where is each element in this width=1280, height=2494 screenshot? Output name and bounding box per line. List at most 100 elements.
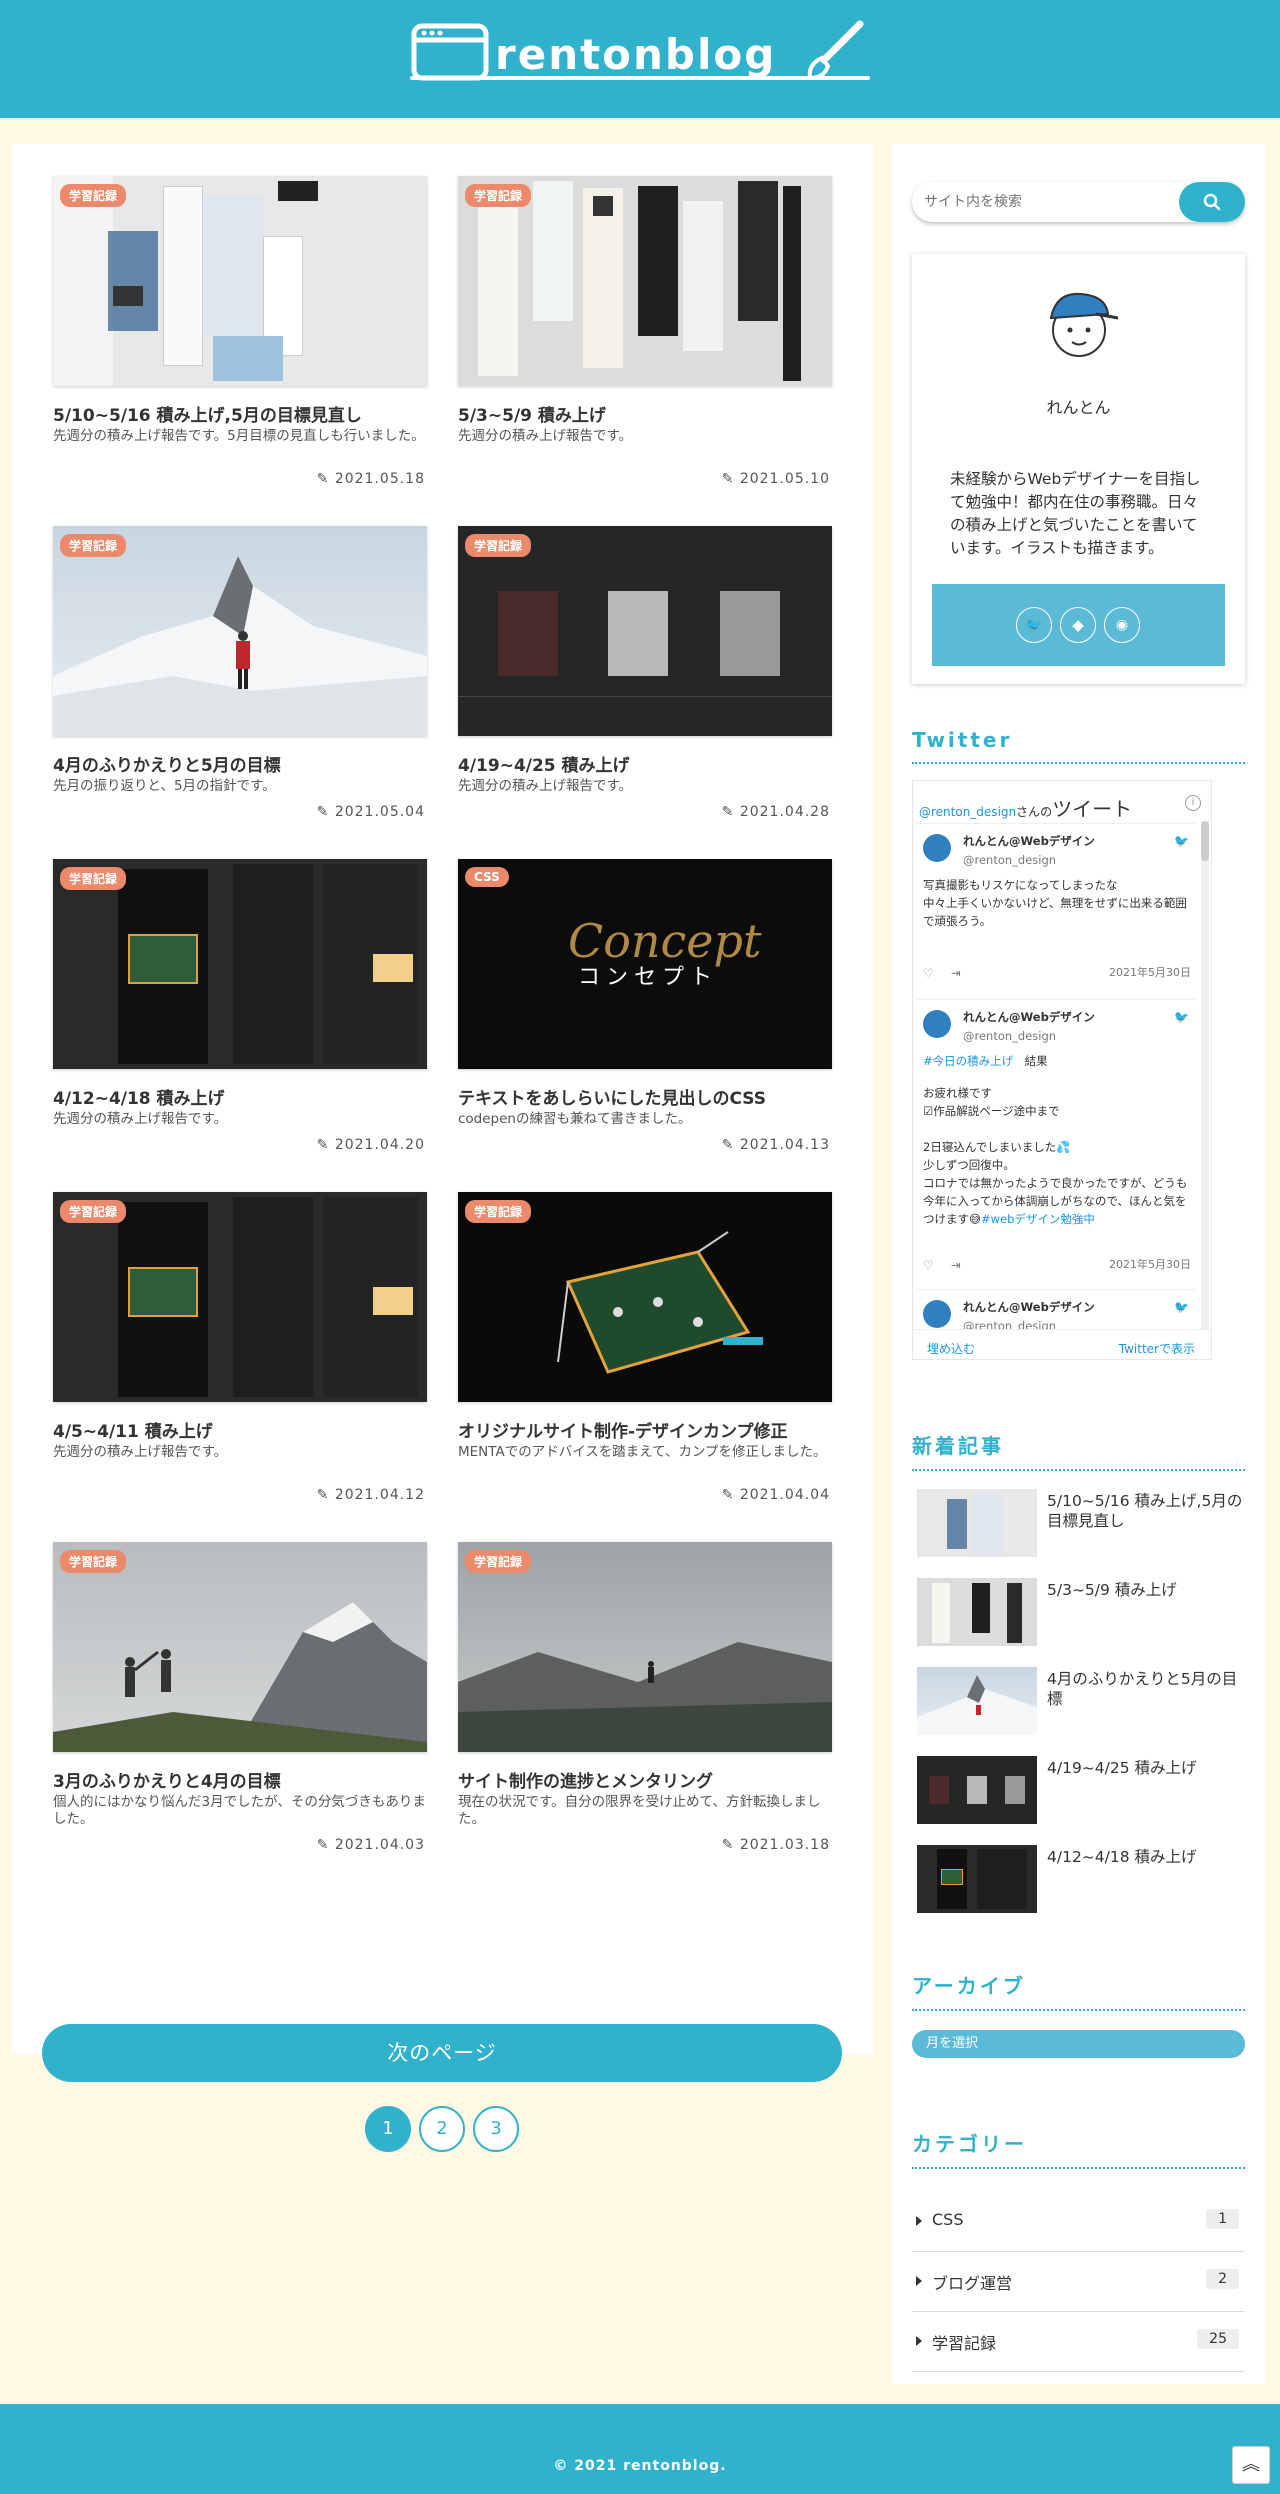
category-badge[interactable]: 学習記録 xyxy=(60,1200,127,1223)
recent-post-item[interactable]: 4/19~4/25 積み上げ xyxy=(917,1756,1247,1826)
site-logo[interactable]: rentonblog xyxy=(410,20,870,82)
post-card[interactable]: 学習記録 オリジナルサイト制作-デザインカンプ修正 MENTAでのアドバイスを踏… xyxy=(458,1192,832,1503)
recent-post-title[interactable]: 4月のふりかえりと5月の目標 xyxy=(1047,1669,1247,1709)
recent-post-item[interactable]: 5/10~5/16 積み上げ,5月の目標見直し xyxy=(917,1489,1247,1559)
tweet-date[interactable]: 2021年5月30日 xyxy=(1109,964,1191,982)
tweet[interactable]: れんとん@Webデザイン @renton_design 🐦 #今日の積み上げ 結… xyxy=(917,999,1195,1289)
view-on-twitter-link[interactable]: Twitterで表示 xyxy=(1119,1340,1195,1357)
twitter-icon[interactable]: 🐦 xyxy=(1016,607,1052,643)
info-icon[interactable]: i xyxy=(1185,795,1201,811)
post-card[interactable]: Concept コンセプト CSS テキストをあしらいにした見出しのCSS co… xyxy=(458,859,832,1159)
post-title[interactable]: 5/3~5/9 積み上げ xyxy=(458,401,606,426)
twitter-widget-title: Twitter xyxy=(912,728,1245,764)
category-item-blog[interactable]: ブログ運営 2 xyxy=(912,2252,1245,2312)
post-title[interactable]: テキストをあしらいにした見出しのCSS xyxy=(458,1084,766,1109)
recent-post-title[interactable]: 4/12~4/18 積み上げ xyxy=(1047,1847,1247,1867)
post-card[interactable]: 学習記録 4/19~4/25 積み上げ 先週分の積み上げ報告です。 ✎ 2021… xyxy=(458,526,832,826)
post-title[interactable]: 4/12~4/18 積み上げ xyxy=(53,1084,225,1109)
category-item-css[interactable]: CSS 1 xyxy=(912,2192,1245,2252)
post-card[interactable]: 学習記録 4/12~4/18 積み上げ 先週分の積み上げ報告です。 ✎ 2021… xyxy=(53,859,427,1159)
tweet-author[interactable]: れんとん@Webデザイン xyxy=(963,1298,1095,1316)
tweet-hashtag[interactable]: #今日の積み上げ xyxy=(923,1054,1013,1068)
post-card[interactable]: 学習記録 3月のふりかえりと4月の目標 個人的にはかなり悩んだ3月でしたが、その… xyxy=(53,1542,427,1853)
archive-select[interactable]: 月を選択 xyxy=(912,2030,1245,2058)
post-thumbnail[interactable] xyxy=(53,859,427,1069)
recent-post-item[interactable]: 4月のふりかえりと5月の目標 xyxy=(917,1667,1247,1737)
category-badge[interactable]: 学習記録 xyxy=(60,867,127,890)
post-title[interactable]: オリジナルサイト制作-デザインカンプ修正 xyxy=(458,1417,788,1442)
archive-select-label: 月を選択 xyxy=(926,2036,979,2051)
post-thumbnail[interactable] xyxy=(53,1192,427,1402)
back-to-top-button[interactable]: ︽ xyxy=(1232,2446,1270,2484)
post-card[interactable]: 学習記録 4/5~4/11 積み上げ 先週分の積み上げ報告です。 ✎ 2021.… xyxy=(53,1192,427,1503)
timeline-scrollbar[interactable] xyxy=(1201,821,1209,1341)
next-page-button[interactable]: 次のページ xyxy=(42,2024,842,2082)
search-input[interactable] xyxy=(912,182,1182,222)
recent-post-thumbnail[interactable] xyxy=(917,1578,1037,1646)
post-thumbnail[interactable] xyxy=(458,526,832,736)
category-badge[interactable]: 学習記録 xyxy=(60,184,127,207)
tweet[interactable]: れんとん@Webデザイン @renton_design 🐦 写真撮影もリスケにな… xyxy=(917,823,1195,999)
post-date: 2021.04.13 xyxy=(739,1137,830,1153)
pencil-icon: ✎ xyxy=(721,471,740,487)
category-label[interactable]: ブログ運営 xyxy=(932,2270,1012,2294)
recent-post-thumbnail[interactable] xyxy=(917,1845,1037,1913)
category-badge[interactable]: 学習記録 xyxy=(60,1550,127,1573)
post-card[interactable]: 学習記録 4月のふりかえりと5月の目標 先月の振り返りと、5月の指針です。 ✎ … xyxy=(53,526,427,826)
category-badge[interactable]: 学習記録 xyxy=(465,1200,532,1223)
post-thumbnail[interactable]: Concept コンセプト xyxy=(458,859,832,1069)
post-title[interactable]: 4/5~4/11 積み上げ xyxy=(53,1417,213,1442)
post-excerpt: 個人的にはかなり悩んだ3月でしたが、その分気づきもありました。 xyxy=(53,1794,426,1827)
post-card[interactable]: 学習記録 サイト制作の進捗とメンタリング 現在の状況です。自分の限界を受け止めて… xyxy=(458,1542,832,1853)
tweet-author[interactable]: れんとん@Webデザイン xyxy=(963,1008,1095,1026)
post-card[interactable]: 学習記録 5/3~5/9 積み上げ 先週分の積み上げ報告です。 ✎ 2021.0… xyxy=(458,176,832,487)
tweet-handle: @renton_design xyxy=(963,853,1057,867)
post-title[interactable]: 4月のふりかえりと5月の目標 xyxy=(53,751,281,776)
timeline-handle-link[interactable]: @renton_design xyxy=(919,805,1016,819)
post-thumbnail[interactable] xyxy=(53,1542,427,1752)
category-badge[interactable]: CSS xyxy=(465,867,509,887)
recent-post-title[interactable]: 5/10~5/16 積み上げ,5月の目標見直し xyxy=(1047,1491,1247,1531)
post-thumbnail[interactable] xyxy=(53,526,427,736)
embed-link[interactable]: 埋め込む xyxy=(927,1340,975,1357)
category-label[interactable]: CSS xyxy=(932,2210,963,2229)
post-thumbnail[interactable] xyxy=(458,1192,832,1402)
rss-icon[interactable]: ◉ xyxy=(1104,607,1140,643)
post-title[interactable]: サイト制作の進捗とメンタリング xyxy=(458,1767,713,1792)
recent-post-title[interactable]: 5/3~5/9 積み上げ xyxy=(1047,1580,1247,1600)
category-label[interactable]: 学習記録 xyxy=(932,2330,996,2354)
feedly-icon[interactable]: ◆ xyxy=(1060,607,1096,643)
post-title[interactable]: 4/19~4/25 積み上げ xyxy=(458,751,630,776)
post-date-row: ✎ 2021.04.20 xyxy=(317,1137,425,1153)
category-badge[interactable]: 学習記録 xyxy=(465,1550,532,1573)
like-icon[interactable]: ♡ xyxy=(923,1256,933,1274)
recent-post-thumbnail[interactable] xyxy=(917,1667,1037,1735)
post-card[interactable]: 学習記録 5/10~5/16 積み上げ,5月の目標見直し 先週分の積み上げ報告で… xyxy=(53,176,427,487)
like-icon[interactable]: ♡ xyxy=(923,964,933,982)
recent-post-title[interactable]: 4/19~4/25 積み上げ xyxy=(1047,1758,1247,1778)
post-thumbnail[interactable] xyxy=(458,1542,832,1752)
category-badge[interactable]: 学習記録 xyxy=(465,534,532,557)
page-link-2[interactable]: 2 xyxy=(419,2106,465,2152)
tweet-author[interactable]: れんとん@Webデザイン xyxy=(963,832,1095,850)
post-thumbnail[interactable] xyxy=(458,176,832,386)
search-button[interactable] xyxy=(1179,182,1245,222)
recent-post-item[interactable]: 4/12~4/18 積み上げ xyxy=(917,1845,1247,1915)
avatar xyxy=(1049,292,1119,357)
recent-post-thumbnail[interactable] xyxy=(917,1756,1037,1824)
post-title[interactable]: 3月のふりかえりと4月の目標 xyxy=(53,1767,281,1792)
tweet-hashtag[interactable]: #webデザイン勉強中 xyxy=(981,1212,1095,1226)
post-thumbnail[interactable] xyxy=(53,176,427,386)
recent-post-thumbnail[interactable] xyxy=(917,1489,1037,1557)
page-link-3[interactable]: 3 xyxy=(473,2106,519,2152)
share-icon[interactable]: ⇥ xyxy=(951,1256,961,1274)
post-date-row: ✎ 2021.04.12 xyxy=(317,1487,425,1503)
category-item-study[interactable]: 学習記録 25 xyxy=(912,2312,1245,2372)
category-badge[interactable]: 学習記録 xyxy=(465,184,532,207)
recent-post-item[interactable]: 5/3~5/9 積み上げ xyxy=(917,1578,1247,1648)
tweet-date[interactable]: 2021年5月30日 xyxy=(1109,1256,1191,1274)
page-link-1[interactable]: 1 xyxy=(365,2106,411,2152)
share-icon[interactable]: ⇥ xyxy=(951,964,961,982)
post-title[interactable]: 5/10~5/16 積み上げ,5月の目標見直し xyxy=(53,401,362,426)
category-badge[interactable]: 学習記録 xyxy=(60,534,127,557)
